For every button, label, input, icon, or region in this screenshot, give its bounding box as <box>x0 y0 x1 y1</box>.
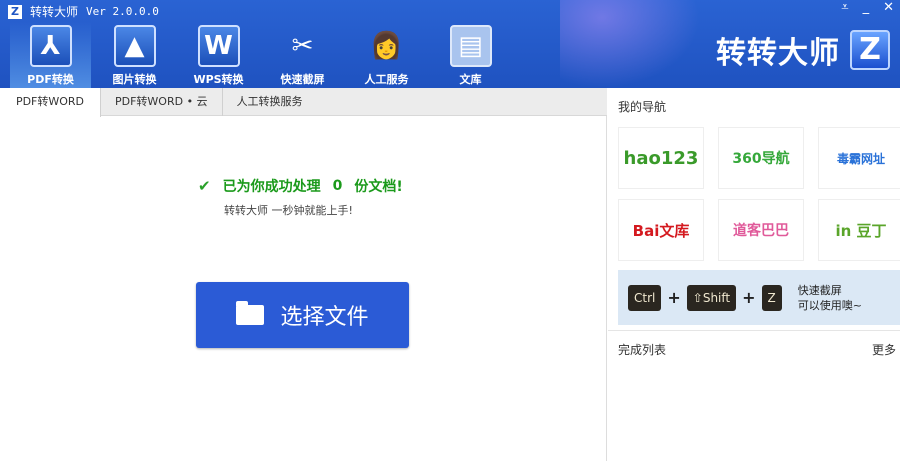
select-file-button[interactable]: 选择文件 <box>196 282 409 348</box>
divider <box>608 330 900 331</box>
status-prefix: 已为你成功处理 <box>222 179 321 195</box>
folder-icon <box>236 301 265 325</box>
minimize-button[interactable]: _ <box>863 0 870 15</box>
header: Z 转转大师 Ver 2.0.0.0 ⩡ _ ✕ ⅄ PDF转换 ▲ 图片转换 WW… <box>0 0 900 88</box>
app-name: 转转大师 <box>30 5 79 19</box>
tool-wps-convert[interactable]: W WPS转换 <box>178 22 259 88</box>
nav-title: 我的导航 <box>618 100 667 114</box>
tab-pdf-to-word[interactable]: PDF转WORD <box>0 88 101 117</box>
main-toolbar: ⅄ PDF转换 ▲ 图片转换 W WPS转换 ✂ 快速截屏 👩 人工服务 ▤ 文库 <box>10 22 514 88</box>
image-icon: ▲ <box>113 25 156 67</box>
tool-pdf-convert[interactable]: ⅄ PDF转换 <box>10 22 91 88</box>
select-file-label: 选择文件 <box>280 305 369 330</box>
more-link[interactable]: 更多 <box>872 341 896 358</box>
main-panel: ✔ 已为你成功处理 0 份文档! 转转大师 一秒钟就能上手! 选择文件 <box>0 116 607 461</box>
menu-icon[interactable]: ⩡ <box>841 0 848 15</box>
check-icon: ✔ <box>198 177 211 195</box>
tool-manual-service[interactable]: 👩 人工服务 <box>346 22 427 88</box>
nurse-icon: 👩 <box>370 31 403 61</box>
done-list-title: 完成列表 <box>618 343 667 357</box>
link-hao123[interactable]: hao123 <box>618 127 704 189</box>
header-glow <box>560 0 700 88</box>
tab-pdf-to-word-cloud[interactable]: PDF转WORD • 云 <box>101 88 223 116</box>
status-message: ✔ 已为你成功处理 0 份文档! <box>198 176 403 196</box>
tool-label: 快速截屏 <box>280 73 325 86</box>
app-logo-icon: Z <box>8 4 22 19</box>
link-baidu-wenku[interactable]: Bai文库 <box>618 199 704 261</box>
link-360[interactable]: 360导航 <box>718 127 804 189</box>
tool-label: 图片转换 <box>112 73 157 86</box>
banner-text: 快速截屏 可以使用噢~ <box>798 283 862 313</box>
screenshot-shortcut-banner[interactable]: Ctrl + ⇧Shift + Z 快速截屏 可以使用噢~ <box>618 270 900 325</box>
key-z: Z <box>761 284 782 311</box>
status-suffix: 份文档! <box>354 179 403 195</box>
tool-label: 文库 <box>459 73 482 86</box>
link-duba[interactable]: 毒霸网址 <box>818 127 900 189</box>
plus-icon: + <box>667 288 681 307</box>
pdf-icon: ⅄ <box>29 25 72 67</box>
wps-icon: W <box>197 25 240 67</box>
window-controls: ⩡ _ ✕ <box>841 0 894 15</box>
plus-icon: + <box>742 288 756 307</box>
close-button[interactable]: ✕ <box>883 0 894 15</box>
tool-image-convert[interactable]: ▲ 图片转换 <box>94 22 175 88</box>
link-docin[interactable]: in 豆丁 <box>818 199 900 261</box>
tool-label: PDF转换 <box>27 73 74 86</box>
app-title: Z 转转大师 Ver 2.0.0.0 <box>8 3 159 20</box>
tool-label: 人工服务 <box>364 73 409 86</box>
banner-line1: 快速截屏 <box>797 283 842 297</box>
tool-library[interactable]: ▤ 文库 <box>430 22 511 88</box>
tool-label: WPS转换 <box>193 73 244 86</box>
scissors-icon: ✂ <box>291 31 314 61</box>
key-ctrl: Ctrl <box>628 284 662 311</box>
brand-logo-icon: Z <box>850 30 890 70</box>
side-panel: 我的导航 hao123 360导航 毒霸网址 Bai文库 道客巴巴 in 豆丁 … <box>608 88 900 461</box>
tool-screenshot[interactable]: ✂ 快速截屏 <box>262 22 343 88</box>
tab-manual-conversion[interactable]: 人工转换服务 <box>223 88 317 116</box>
brand-name: 转转大师 <box>716 36 840 71</box>
key-shift: ⇧Shift <box>686 284 737 311</box>
app-version: Ver 2.0.0.0 <box>86 5 159 18</box>
subtitle: 转转大师 一秒钟就能上手! <box>224 204 353 217</box>
processed-count: 0 <box>332 178 343 194</box>
banner-line2: 可以使用噢~ <box>797 298 862 312</box>
book-icon: ▤ <box>449 25 492 67</box>
link-doc88[interactable]: 道客巴巴 <box>718 199 804 261</box>
sub-tabs: PDF转WORD PDF转WORD • 云 人工转换服务 <box>0 88 607 117</box>
